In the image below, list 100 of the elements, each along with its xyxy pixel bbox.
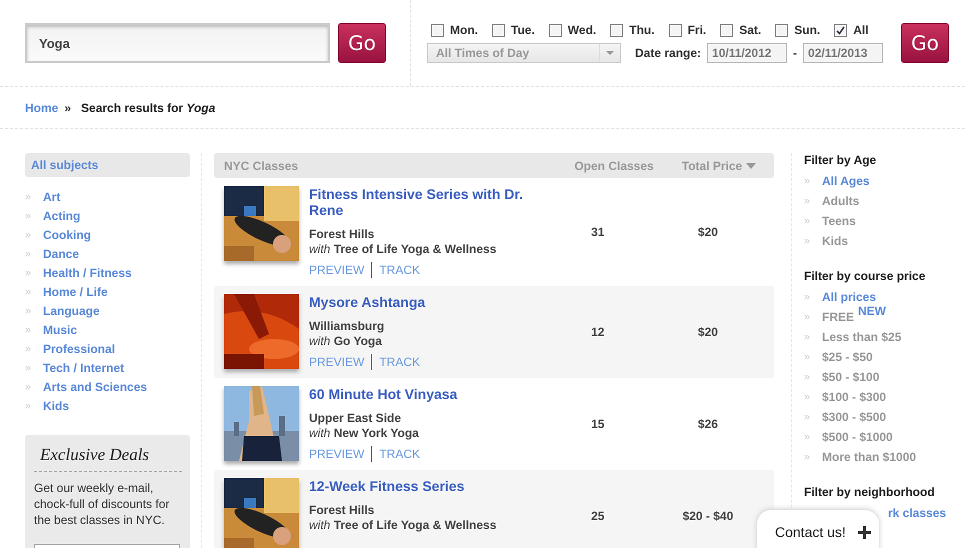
- checkbox[interactable]: [610, 24, 624, 36]
- home-link[interactable]: Home: [25, 100, 58, 114]
- subject-link[interactable]: Language: [43, 304, 100, 318]
- column-header: NYC Classes: [223, 158, 300, 172]
- column-header[interactable]: Total Price: [664, 158, 774, 172]
- time-select[interactable]: All Times of Day: [427, 43, 621, 63]
- checkbox[interactable]: [548, 24, 562, 36]
- bullet-mark: »: [804, 175, 812, 187]
- preview-link[interactable]: PREVIEW: [309, 354, 372, 370]
- date-field[interactable]: 02/11/2013: [803, 43, 884, 63]
- subject-link[interactable]: Home / Life: [43, 284, 108, 298]
- filter-link[interactable]: $500 - $1000: [822, 430, 893, 444]
- bullet-mark: »: [25, 248, 32, 260]
- filter-heading: Filter by course price: [804, 269, 926, 283]
- bullet-mark: »: [804, 351, 812, 363]
- open-classes-cell-text: 25: [590, 508, 606, 522]
- track-link[interactable]: TRACK: [371, 446, 428, 462]
- open-classes-cell-text: 31: [590, 225, 606, 239]
- subjects-heading[interactable]: All subjects: [25, 153, 190, 177]
- class-title[interactable]: 12-Week Fitness Series: [309, 478, 544, 494]
- class-location: Forest Hills: [309, 227, 376, 242]
- bullet-mark: »: [804, 331, 812, 343]
- checkbox[interactable]: [431, 24, 444, 36]
- deals-text: Get our weekly e-mail, chock-full of discounts for the best classes in NYC.: [34, 480, 170, 528]
- preview-link[interactable]: PREVIEW: [309, 446, 372, 462]
- filter-link[interactable]: rk classes: [888, 506, 946, 520]
- bullet-mark: »: [25, 342, 32, 354]
- subject-link[interactable]: Kids: [43, 398, 70, 412]
- filter-heading: Filter by Age: [804, 153, 878, 167]
- subject-link[interactable]: Music: [43, 322, 78, 336]
- filter-link[interactable]: Adults: [822, 194, 860, 208]
- checkbox[interactable]: [492, 24, 505, 36]
- open-classes-cell-text: 12: [590, 325, 606, 339]
- filter-link[interactable]: Kids: [822, 234, 848, 248]
- bullet-mark: »: [25, 380, 32, 392]
- search-field[interactable]: Yoga: [25, 23, 330, 63]
- filter-heading: Filter by neighborhood: [804, 485, 936, 499]
- day-label: All: [853, 23, 869, 37]
- class-title[interactable]: Mysore Ashtanga: [309, 294, 544, 310]
- preview-link[interactable]: PREVIEW: [309, 262, 372, 278]
- breadcrumb-separator: »: [64, 100, 72, 114]
- subject-link[interactable]: Health / Fitness: [43, 266, 132, 280]
- bullet-mark: »: [25, 190, 32, 202]
- filter-link[interactable]: $50 - $100: [822, 370, 880, 384]
- subject-link[interactable]: Tech / Internet: [43, 360, 124, 374]
- open-classes-cell-text: 15: [590, 417, 606, 431]
- subject-link[interactable]: Cooking: [43, 228, 91, 242]
- filter-link[interactable]: More than $1000: [822, 450, 916, 464]
- column-header[interactable]: Open Classes: [564, 158, 664, 172]
- bullet-mark: »: [25, 400, 32, 412]
- bullet-mark: »: [25, 210, 32, 222]
- bullet-mark: »: [804, 371, 812, 383]
- checkbox[interactable]: [775, 24, 788, 36]
- filter-link[interactable]: Less than $25: [822, 330, 902, 344]
- breadcrumb-text: Search results for Yoga: [81, 100, 216, 114]
- filter-link[interactable]: Teens: [822, 214, 856, 228]
- go-button[interactable]: Go: [338, 23, 386, 63]
- date-field[interactable]: 10/11/2012: [707, 43, 788, 63]
- bullet-mark: »: [804, 291, 812, 303]
- price-cell-text: $20: [696, 225, 719, 239]
- subject-link[interactable]: Art: [43, 190, 60, 204]
- filter-link[interactable]: All Ages: [822, 174, 870, 188]
- day-label: Tue.: [511, 23, 535, 37]
- bullet-mark: »: [25, 228, 32, 240]
- deals-title: Exclusive Deals: [34, 445, 182, 472]
- plus-icon: [858, 526, 871, 539]
- bullet-mark: »: [25, 286, 32, 298]
- filter-link[interactable]: $25 - $50: [822, 350, 873, 364]
- filter-link[interactable]: All prices: [822, 290, 876, 304]
- filter-link[interactable]: FREE: [822, 310, 854, 324]
- day-label: Sun.: [794, 23, 820, 37]
- checkbox[interactable]: [668, 24, 682, 36]
- bullet-mark: »: [804, 411, 812, 423]
- checkbox[interactable]: [720, 24, 734, 36]
- bullet-mark: »: [804, 195, 812, 207]
- bullet-mark: »: [804, 431, 812, 443]
- contact-tab[interactable]: Contact us!: [757, 510, 879, 548]
- bullet-mark: »: [25, 266, 32, 278]
- track-link[interactable]: TRACK: [371, 262, 428, 278]
- class-title[interactable]: Fitness Intensive Series with Dr. Rene: [309, 186, 544, 218]
- contact-label: Contact us!: [775, 524, 846, 540]
- class-title[interactable]: 60 Minute Hot Vinyasa: [309, 386, 544, 402]
- sort-icon: [746, 162, 756, 168]
- bullet-mark: »: [25, 362, 32, 374]
- filter-link[interactable]: $300 - $500: [822, 410, 886, 424]
- bullet-mark: »: [804, 311, 812, 323]
- track-link[interactable]: TRACK: [371, 354, 428, 370]
- checkbox[interactable]: [834, 24, 848, 36]
- subject-link[interactable]: Arts and Sciences: [43, 380, 148, 394]
- price-cell-text: $20: [696, 325, 719, 339]
- price-cell-text: $20 - $40: [682, 508, 734, 522]
- go-button[interactable]: Go: [901, 23, 950, 63]
- class-location: Forest Hills: [309, 503, 376, 518]
- subject-link[interactable]: Acting: [43, 208, 80, 222]
- class-provider: with New York Yoga: [309, 426, 420, 441]
- subject-link[interactable]: Professional: [43, 342, 116, 356]
- subject-link[interactable]: Dance: [43, 246, 80, 260]
- filter-link[interactable]: $100 - $300: [822, 390, 886, 404]
- bullet-mark: »: [804, 215, 812, 227]
- bullet-mark: »: [804, 235, 812, 247]
